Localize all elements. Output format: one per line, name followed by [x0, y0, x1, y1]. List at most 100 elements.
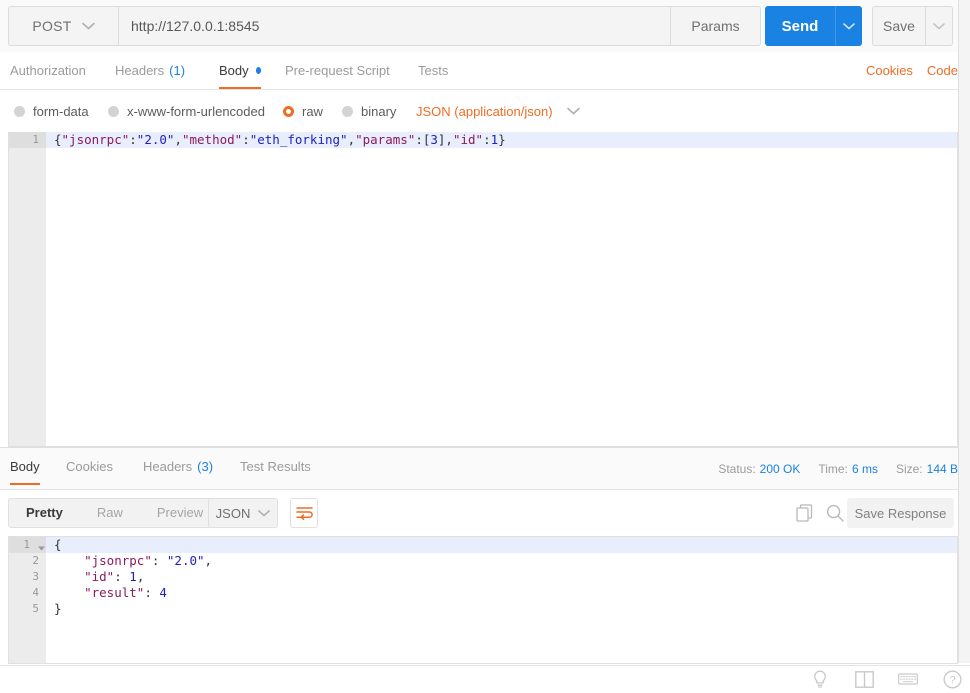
keyboard-icon[interactable] [898, 669, 918, 689]
code-token: : [151, 553, 167, 568]
request-url-text: http://127.0.0.1:8545 [131, 18, 260, 34]
request-body-editor[interactable]: 1 {"jsonrpc":"2.0","method":"eth_forking… [8, 132, 958, 447]
radio-label: x-www-form-urlencoded [127, 103, 265, 119]
chevron-down-icon [933, 22, 945, 30]
request-code-area[interactable]: {"jsonrpc":"2.0","method":"eth_forking",… [46, 132, 957, 446]
tab-label: Cookies [66, 459, 113, 474]
body-format-label: JSON (application/json) [416, 103, 553, 119]
tab-body[interactable]: Body [219, 52, 261, 89]
code-token: "jsonrpc" [61, 132, 130, 147]
response-tab-headers[interactable]: Headers (3) [143, 448, 213, 485]
search-button[interactable] [820, 498, 850, 528]
radio-x-www-form-urlencoded[interactable]: x-www-form-urlencoded [108, 90, 265, 132]
chevron-down-icon [81, 22, 95, 30]
line-number: 4 [32, 586, 39, 599]
tab-authorization[interactable]: Authorization [10, 52, 86, 89]
radio-icon [108, 105, 119, 117]
response-toolbar: Pretty Raw Preview JSON Save Response [0, 490, 958, 536]
http-method-selector[interactable]: POST [8, 6, 118, 46]
size-label: Size: [895, 462, 923, 476]
response-tab-test-results[interactable]: Test Results [240, 448, 311, 485]
response-tab-cookies[interactable]: Cookies [66, 448, 113, 485]
radio-icon-selected [283, 105, 294, 117]
code-token: 3 [430, 132, 438, 147]
size-meta: Size: 144 B [896, 462, 958, 476]
svg-text:?: ? [949, 674, 955, 686]
right-sidebar-rail [958, 0, 970, 663]
response-view-switcher: Pretty Raw Preview [8, 498, 222, 528]
line-number: 3 [32, 570, 39, 583]
time-meta: Time: 6 ms [818, 462, 878, 476]
tab-label: Pre-request Script [285, 63, 390, 78]
radio-icon [342, 105, 353, 117]
code-line[interactable]: { [46, 537, 957, 553]
code-line[interactable]: "result": 4 [46, 585, 957, 601]
chevron-down-icon [566, 107, 580, 115]
code-token: "params" [355, 132, 416, 147]
code-token: { [54, 132, 62, 147]
code-token: , [347, 132, 356, 147]
code-token: 1 [490, 132, 499, 147]
save-response-button[interactable]: Save Response [847, 498, 954, 528]
code-line[interactable]: {"jsonrpc":"2.0","method":"eth_forking",… [46, 132, 957, 148]
line-number: 1 [32, 133, 39, 146]
response-editor-gutter: 12 3 4 5 [9, 537, 46, 663]
cookies-link[interactable]: Cookies [866, 63, 913, 78]
code-token: "id" [452, 132, 484, 147]
size-value: 144 B [926, 462, 958, 476]
code-line[interactable]: "jsonrpc": "2.0", [46, 553, 957, 569]
code-token: ], [437, 132, 453, 147]
tab-headers[interactable]: Headers (1) [115, 52, 185, 89]
tab-label: Test Results [240, 459, 311, 474]
http-method-label: POST [32, 18, 72, 34]
bulb-icon[interactable] [810, 669, 830, 689]
tab-count: (1) [169, 63, 186, 78]
radio-form-data[interactable]: form-data [14, 90, 89, 132]
status-bar-icons: ? [810, 669, 962, 689]
body-format-selector[interactable]: JSON (application/json) [416, 90, 580, 132]
line-number: 5 [32, 602, 39, 615]
code-token: } [54, 601, 62, 616]
radio-raw[interactable]: raw [283, 90, 323, 132]
code-link[interactable]: Code [927, 63, 958, 78]
send-button[interactable]: Send [765, 6, 835, 46]
help-icon[interactable]: ? [942, 669, 962, 689]
tab-label: Authorization [10, 63, 86, 78]
two-pane-layout-icon[interactable] [854, 669, 874, 689]
response-tab-body[interactable]: Body [10, 448, 40, 485]
response-format-selector[interactable]: JSON [208, 498, 278, 528]
params-button[interactable]: Params [671, 6, 761, 46]
code-token: "method" [181, 132, 243, 147]
copy-icon [795, 504, 812, 522]
code-token: , [174, 132, 182, 147]
tab-label: Body [219, 63, 249, 78]
response-body-editor[interactable]: 12345 { "jsonrpc": "2.0", "id": 1, "resu… [8, 536, 958, 664]
line-number: 1 [23, 538, 30, 551]
save-options-button[interactable] [926, 6, 953, 46]
response-code-area[interactable]: { "jsonrpc": "2.0", "id": 1, "result": 4… [46, 537, 957, 663]
code-token: : [114, 569, 130, 584]
send-options-button[interactable] [835, 6, 862, 46]
tab-tests[interactable]: Tests [418, 52, 448, 89]
save-button[interactable]: Save [872, 6, 926, 46]
view-raw[interactable]: Raw [80, 499, 140, 527]
status-bar: ? [0, 665, 970, 693]
radio-label: raw [302, 103, 323, 119]
request-url-input[interactable]: http://127.0.0.1:8545 [118, 6, 671, 46]
postman-window: POST http://127.0.0.1:8545 Params Send S… [0, 0, 970, 693]
code-line[interactable]: "id": 1, [46, 569, 957, 585]
view-pretty[interactable]: Pretty [9, 499, 80, 527]
code-token: 4 [159, 585, 167, 600]
word-wrap-button[interactable] [290, 498, 318, 528]
code-line[interactable]: } [46, 601, 957, 617]
copy-button[interactable] [789, 498, 819, 528]
unsaved-dot-icon [255, 67, 261, 74]
tab-count: (3) [197, 459, 214, 474]
radio-icon [14, 105, 25, 117]
tab-pre-request-script[interactable]: Pre-request Script [285, 52, 390, 89]
code-token: , [204, 553, 213, 568]
radio-binary[interactable]: binary [342, 90, 396, 132]
